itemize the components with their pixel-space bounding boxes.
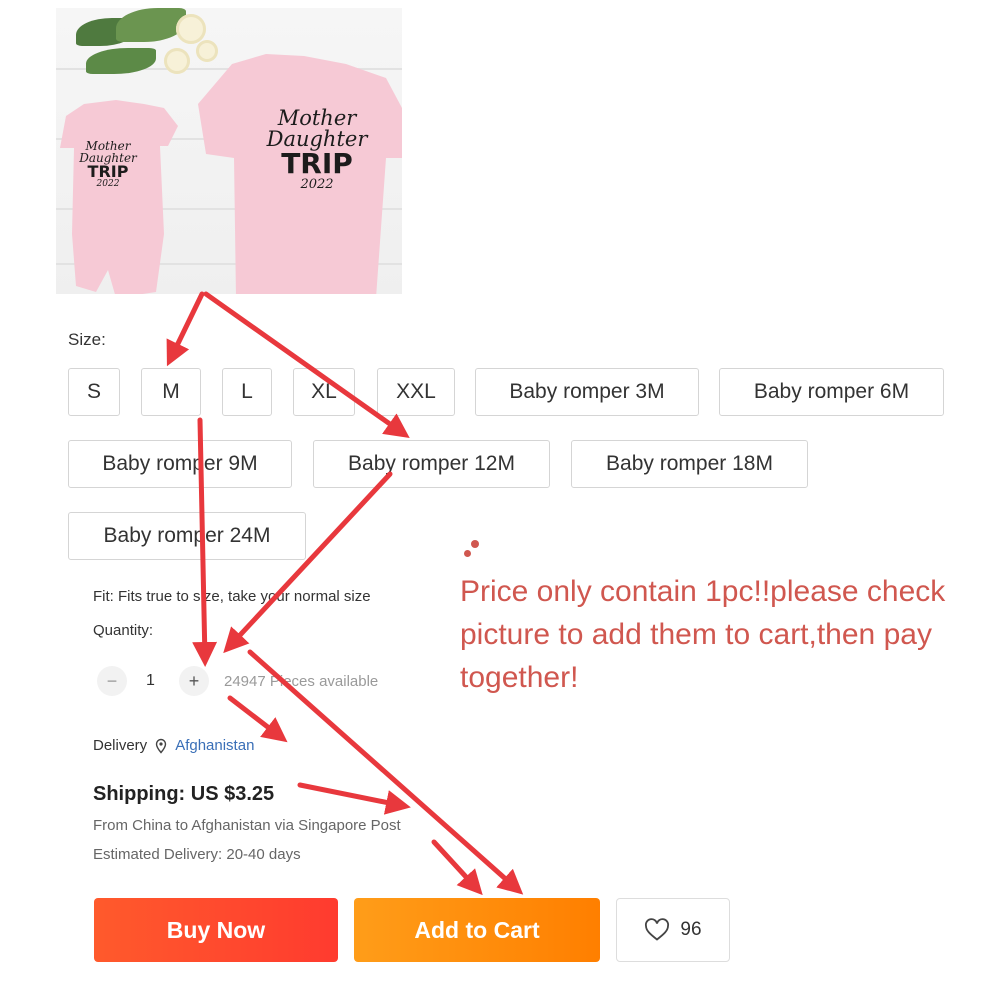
size-label: Size: bbox=[68, 330, 106, 349]
delivery-row: Delivery Afghanistan bbox=[93, 737, 254, 754]
size-option-s[interactable]: S bbox=[68, 368, 120, 416]
arrow-to-add-to-cart-2 bbox=[431, 839, 483, 896]
arrow-to-size-m bbox=[166, 291, 205, 367]
romper-print: Mother Daughter TRIP 2022 bbox=[79, 139, 137, 189]
quantity-value[interactable]: 1 bbox=[146, 672, 155, 690]
size-option-baby-romper-18m[interactable]: Baby romper 18M bbox=[571, 440, 808, 488]
buy-now-button[interactable]: Buy Now bbox=[94, 898, 338, 962]
shipping-route: From China to Afghanistan via Singapore … bbox=[93, 817, 401, 834]
size-option-l[interactable]: L bbox=[222, 368, 272, 416]
quantity-label: Quantity: bbox=[93, 622, 154, 639]
size-option-xl[interactable]: XL bbox=[293, 368, 355, 416]
heart-icon bbox=[645, 918, 670, 941]
shipping-price: Shipping: US $3.25 bbox=[93, 783, 275, 805]
pieces-available: 24947 Pieces available bbox=[224, 673, 379, 690]
size-option-m[interactable]: M bbox=[141, 368, 201, 416]
location-pin-icon bbox=[155, 738, 167, 754]
note-dot bbox=[464, 550, 471, 557]
size-option-baby-romper-24m[interactable]: Baby romper 24M bbox=[68, 512, 306, 560]
quantity-increase-button[interactable]: + bbox=[179, 666, 209, 696]
wishlist-count: 96 bbox=[680, 919, 702, 940]
tshirt-print: Mother Daughter TRIP 2022 bbox=[266, 106, 368, 192]
seller-note: Price only contain 1pc!!please check pic… bbox=[460, 575, 946, 694]
fit-note: Fit: Fits true to size, take your normal… bbox=[93, 588, 371, 605]
quantity-decrease-button[interactable]: − bbox=[97, 666, 127, 696]
size-option-baby-romper-12m[interactable]: Baby romper 12M bbox=[313, 440, 550, 488]
note-dot bbox=[471, 540, 479, 548]
arrow-to-delivery bbox=[227, 695, 288, 743]
estimated-delivery: Estimated Delivery: 20-40 days bbox=[93, 846, 301, 863]
size-option-xxl[interactable]: XXL bbox=[377, 368, 455, 416]
arrow-to-shipping bbox=[297, 782, 411, 815]
arrow-to-quantity-plus-2 bbox=[223, 471, 393, 654]
delivery-label: Delivery bbox=[93, 737, 148, 754]
size-option-baby-romper-6m[interactable]: Baby romper 6M bbox=[719, 368, 944, 416]
size-option-baby-romper-9m[interactable]: Baby romper 9M bbox=[68, 440, 292, 488]
wishlist-button[interactable]: 96 bbox=[616, 898, 730, 962]
product-image: Mother Daughter TRIP 2022 Mother Daughte… bbox=[56, 8, 402, 294]
delivery-country-link[interactable]: Afghanistan bbox=[175, 737, 254, 754]
size-option-baby-romper-3m[interactable]: Baby romper 3M bbox=[475, 368, 699, 416]
add-to-cart-button[interactable]: Add to Cart bbox=[354, 898, 600, 962]
